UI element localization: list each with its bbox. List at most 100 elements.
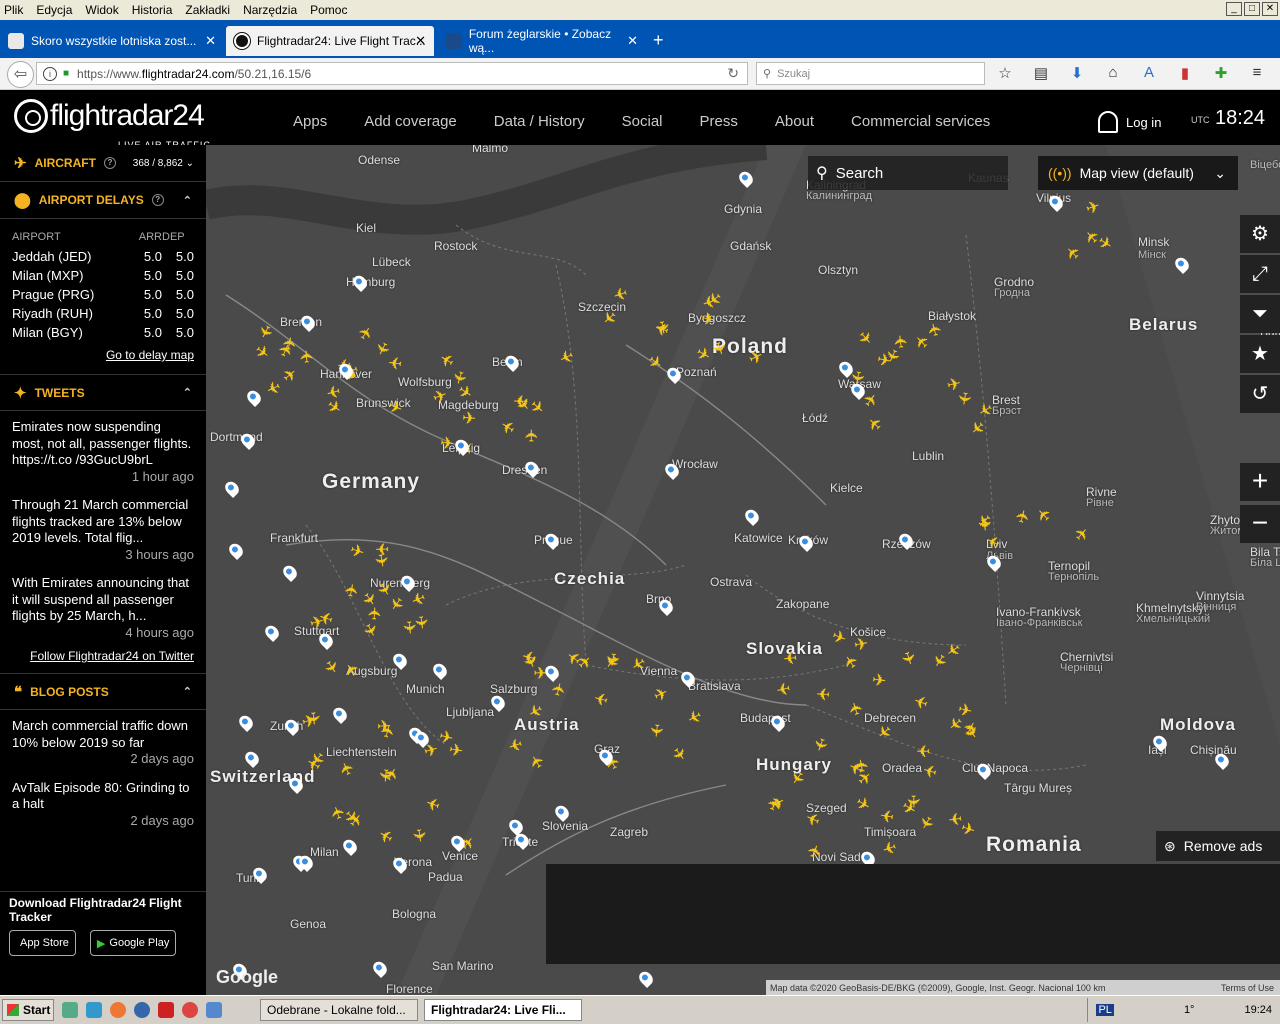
- search-input[interactable]: ⚲ Szukaj: [756, 62, 985, 85]
- aircraft-marker[interactable]: ✈: [408, 827, 429, 844]
- zoom-in-button[interactable]: +: [1240, 463, 1280, 501]
- blog-item[interactable]: March commercial traffic down 10% below …: [0, 710, 206, 772]
- desktop-icon[interactable]: [62, 1002, 78, 1018]
- menu-bookmarks[interactable]: Zakładki: [185, 3, 230, 17]
- start-button[interactable]: Start: [2, 999, 54, 1021]
- aircraft-marker[interactable]: ✈: [303, 711, 323, 727]
- url-bar[interactable]: i ■ https://www.flightradar24.com/50.21,…: [36, 62, 748, 85]
- help-icon[interactable]: ?: [103, 157, 116, 169]
- nav-apps[interactable]: Apps: [293, 113, 327, 130]
- tweet-item[interactable]: With Emirates announcing that it will su…: [0, 567, 206, 645]
- aircraft-marker[interactable]: ✈: [387, 352, 403, 373]
- translate-icon[interactable]: A: [1139, 64, 1159, 82]
- menu-edit[interactable]: Edycja: [36, 3, 72, 17]
- aircraft-marker[interactable]: ✈: [974, 517, 994, 533]
- playback-history-icon[interactable]: ↺: [1240, 375, 1280, 413]
- settings-gear-icon[interactable]: ⚙: [1240, 215, 1280, 253]
- tab-news[interactable]: Skoro wszystkie lotniska zost... ✕: [0, 26, 224, 56]
- flight-map[interactable]: Poland Germany Czechia Slovakia Austria Hunga…: [206, 145, 1280, 995]
- new-tab-button[interactable]: +: [653, 30, 664, 51]
- chevron-up-icon[interactable]: ⌃: [183, 386, 192, 399]
- aircraft-marker[interactable]: ✈: [903, 794, 922, 809]
- aircraft-marker[interactable]: ✈: [782, 648, 798, 668]
- delay-row[interactable]: Jeddah (JED) 5.0 5.0: [0, 247, 206, 266]
- menu-history[interactable]: Historia: [132, 3, 173, 17]
- blog-item[interactable]: AvTalk Episode 80: Grinding to a halt 2 d…: [0, 772, 206, 834]
- help-icon[interactable]: ?: [151, 194, 164, 206]
- aircraft-marker[interactable]: ✈: [947, 808, 963, 829]
- aircraft-marker[interactable]: ✈: [870, 670, 886, 691]
- aircraft-marker[interactable]: ✈: [439, 433, 455, 453]
- aircraft-marker[interactable]: ✈: [366, 606, 386, 621]
- bookmark-star-icon[interactable]: ☆: [995, 64, 1015, 82]
- fullscreen-icon[interactable]: ⤢: [1240, 255, 1280, 293]
- menu-view[interactable]: Widok: [85, 3, 118, 17]
- tweets-header[interactable]: ✦ TWEETS ⌃: [0, 374, 206, 411]
- aircraft-marker[interactable]: ✈: [297, 349, 317, 365]
- reload-icon[interactable]: ↻: [727, 65, 739, 82]
- language-indicator[interactable]: PL: [1096, 1004, 1114, 1016]
- nav-social[interactable]: Social: [622, 113, 663, 130]
- task-firefox[interactable]: Flightradar24: Live Fli...: [424, 999, 582, 1021]
- aircraft-marker[interactable]: ✈: [891, 333, 912, 349]
- filter-icon[interactable]: ⏷: [1240, 295, 1280, 333]
- maximize-button[interactable]: □: [1244, 2, 1260, 16]
- delay-row[interactable]: Milan (MXP) 5.0 5.0: [0, 266, 206, 285]
- blog-header[interactable]: ❝ BLOG POSTS ⌃: [0, 673, 206, 710]
- map-view-dropdown[interactable]: ((•)) Map view (default) ⌄: [1038, 156, 1238, 190]
- app-store-button[interactable]: App Store: [9, 930, 76, 956]
- google-play-button[interactable]: ▶ Google Play: [89, 930, 177, 956]
- task-thunderbird[interactable]: Odebrane - Lokalne fold...: [260, 999, 418, 1021]
- thunderbird-icon[interactable]: [134, 1002, 150, 1018]
- tab-forum[interactable]: Forum żeglarskie • Zobacz wą... ✕: [438, 26, 646, 56]
- nav-commercial-services[interactable]: Commercial services: [851, 113, 990, 130]
- delay-map-link[interactable]: Go to delay map: [0, 342, 206, 374]
- favorites-star-icon[interactable]: ★: [1240, 335, 1280, 373]
- tab-flightradar[interactable]: Flightradar24: Live Flight Trac... ✕: [226, 26, 434, 56]
- menu-file[interactable]: Plik: [4, 3, 23, 17]
- minimize-button[interactable]: _: [1226, 2, 1242, 16]
- close-tab-icon[interactable]: ✕: [205, 33, 216, 49]
- aircraft-marker[interactable]: ✈: [646, 722, 666, 738]
- menu-help[interactable]: Pomoc: [310, 3, 347, 17]
- addon-icon[interactable]: ✚: [1211, 64, 1231, 82]
- aircraft-marker[interactable]: ✈: [375, 767, 395, 783]
- aircraft-marker[interactable]: ✈: [916, 741, 930, 760]
- back-button[interactable]: ⇦: [7, 61, 34, 88]
- aircraft-marker[interactable]: ✈: [816, 684, 831, 704]
- chevron-up-icon[interactable]: ⌃: [183, 194, 192, 207]
- aircraft-marker[interactable]: ✈: [878, 805, 895, 826]
- menu-tools[interactable]: Narzędzia: [243, 3, 297, 17]
- opera-icon[interactable]: [182, 1002, 198, 1018]
- delay-row[interactable]: Riyadh (RUH) 5.0 5.0: [0, 304, 206, 323]
- library-icon[interactable]: ▮: [1175, 64, 1195, 82]
- remove-ads-button[interactable]: ⊛ Remove ads: [1156, 831, 1280, 861]
- nav-about[interactable]: About: [775, 113, 814, 130]
- aircraft-marker[interactable]: ✈: [699, 309, 716, 330]
- hamburger-menu-icon[interactable]: ≡: [1247, 64, 1267, 82]
- notepad-icon[interactable]: [86, 1002, 102, 1018]
- close-window-button[interactable]: ✕: [1262, 2, 1278, 16]
- follow-twitter-link[interactable]: Follow Flightradar24 on Twitter: [0, 645, 206, 673]
- delay-row[interactable]: Prague (PRG) 5.0 5.0: [0, 285, 206, 304]
- zoom-out-button[interactable]: −: [1240, 505, 1280, 543]
- aircraft-marker[interactable]: ✈: [953, 390, 974, 407]
- aircraft-marker[interactable]: ✈: [523, 428, 542, 442]
- chevron-up-icon[interactable]: ⌃: [183, 685, 192, 698]
- nav-add-coverage[interactable]: Add coverage: [364, 113, 457, 130]
- close-tab-icon[interactable]: ✕: [627, 33, 638, 49]
- aircraft-section-header[interactable]: ✈ AIRCRAFT ? 368 / 8,862 ⌄: [0, 145, 206, 182]
- ad-banner[interactable]: [546, 864, 1280, 964]
- nav-data-history[interactable]: Data / History: [494, 113, 585, 130]
- delay-row[interactable]: Milan (BGY) 5.0 5.0: [0, 323, 206, 342]
- login-button[interactable]: Log in: [1098, 111, 1161, 133]
- app-icon[interactable]: [158, 1002, 174, 1018]
- download-icon[interactable]: ⬇: [1067, 64, 1087, 82]
- firefox-icon[interactable]: [110, 1002, 126, 1018]
- aircraft-marker[interactable]: ✈: [399, 620, 419, 636]
- tweet-item[interactable]: Through 21 March commercial flights trac…: [0, 489, 206, 567]
- nav-press[interactable]: Press: [700, 113, 738, 130]
- info-icon[interactable]: i: [43, 66, 57, 81]
- reading-list-icon[interactable]: ▤: [1031, 64, 1051, 82]
- app-icon[interactable]: [206, 1002, 222, 1018]
